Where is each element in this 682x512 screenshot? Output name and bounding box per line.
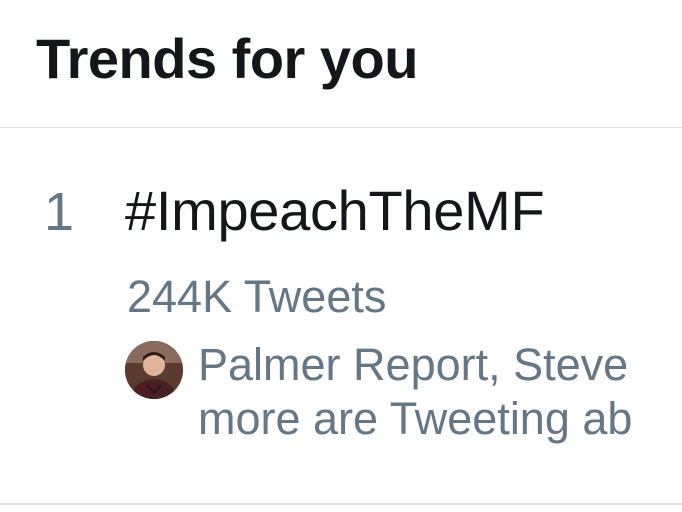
trends-panel: Trends for you 1 #ImpeachTheMF 244K Twee… — [0, 0, 682, 512]
avatar-photo — [125, 341, 183, 399]
trend-context-line-2: more are Tweeting ab — [198, 393, 633, 444]
trend-tweet-count: 244K Tweets — [127, 271, 387, 322]
trend-hashtag[interactable]: #ImpeachTheMF — [125, 183, 545, 239]
bottom-divider — [0, 503, 682, 505]
avatar[interactable] — [125, 341, 183, 399]
trends-header: Trends for you — [0, 0, 682, 128]
trend-rank: 1 — [44, 182, 75, 242]
trends-title: Trends for you — [36, 27, 418, 90]
trend-item[interactable]: 1 #ImpeachTheMF 244K Tweets Palmer Repor… — [0, 129, 682, 503]
trend-context-line-1: Palmer Report, Steve — [198, 339, 629, 390]
trend-context: Palmer Report, Steve more are Tweeting a… — [198, 338, 682, 446]
